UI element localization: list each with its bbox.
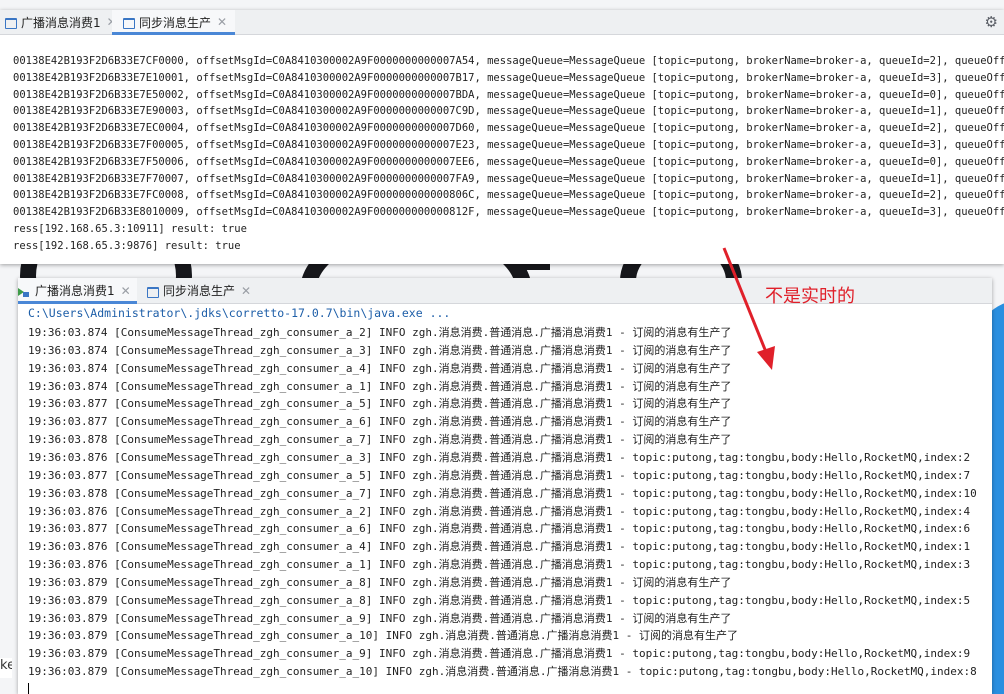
consumer-console-window: 广播消息消费1 ✕ 同步消息生产 ✕ C:\Users\Administrato… bbox=[18, 278, 992, 694]
console-line: 19:36:03.874 [ConsumeMessageThread_zgh_c… bbox=[28, 379, 732, 393]
console-line: 00138E42B193F2D6B33E7CF0000, offsetMsgId… bbox=[13, 55, 1004, 67]
close-icon[interactable]: ✕ bbox=[217, 15, 227, 29]
console-line: 00138E42B193F2D6B33E7F50006, offsetMsgId… bbox=[13, 155, 1004, 168]
console-line: 19:36:03.874 [ConsumeMessageThread_zgh_c… bbox=[28, 343, 732, 357]
tab-label: 广播消息消费1 bbox=[35, 284, 115, 298]
console-line: ress[192.168.65.3:10911] result: true bbox=[13, 223, 247, 235]
tab-sync-producer[interactable]: 同步消息生产 ✕ bbox=[144, 278, 257, 303]
console-line: 19:36:03.877 [ConsumeMessageThread_zgh_c… bbox=[28, 522, 971, 536]
tab-broadcast-consumer[interactable]: 广播消息消费1 ✕ bbox=[0, 10, 123, 34]
console-line: 19:36:03.876 [ConsumeMessageThread_zgh_c… bbox=[28, 504, 971, 518]
console-line: 19:36:03.879 [ConsumeMessageThread_zgh_c… bbox=[28, 647, 971, 661]
background-text-fragment: ke bbox=[0, 658, 12, 678]
close-icon[interactable]: ✕ bbox=[121, 284, 131, 298]
console-line: ress[192.168.65.3:9876] result: true bbox=[13, 239, 241, 252]
close-icon[interactable]: ✕ bbox=[241, 284, 251, 298]
console-line: 19:36:03.879 [ConsumeMessageThread_zgh_c… bbox=[28, 611, 732, 625]
console-line: 19:36:03.876 [ConsumeMessageThread_zgh_c… bbox=[28, 540, 971, 554]
console-line: 00138E42B193F2D6B33E7FC0008, offsetMsgId… bbox=[13, 189, 1004, 202]
tab-broadcast-consumer[interactable]: 广播消息消费1 ✕ bbox=[18, 278, 137, 304]
console-line: 19:36:03.879 [ConsumeMessageThread_zgh_c… bbox=[28, 575, 732, 589]
console-line: 00138E42B193F2D6B33E7E90003, offsetMsgId… bbox=[13, 105, 1004, 118]
tab-sync-producer[interactable]: 同步消息生产 ✕ bbox=[112, 10, 236, 35]
console-line: 00138E42B193F2D6B33E7F00005, offsetMsgId… bbox=[13, 139, 1004, 151]
run-console-icon bbox=[122, 16, 135, 29]
tool-window-tabbar: 广播消息消费1 ✕ 同步消息生产 ✕ ⚙ bbox=[0, 10, 1004, 35]
console-line: 00138E42B193F2D6B33E7EC0004, offsetMsgId… bbox=[13, 122, 1004, 135]
console-line: 19:36:03.877 [ConsumeMessageThread_zgh_c… bbox=[28, 468, 971, 482]
console-line: 19:36:03.878 [ConsumeMessageThread_zgh_c… bbox=[28, 433, 732, 447]
console-line: 19:36:03.878 [ConsumeMessageThread_zgh_c… bbox=[28, 486, 977, 500]
console-line: 19:36:03.879 [ConsumeMessageThread_zgh_c… bbox=[28, 593, 971, 607]
annotation-label: 不是实时的 bbox=[765, 286, 855, 307]
console-line: 19:36:03.876 [ConsumeMessageThread_zgh_c… bbox=[28, 558, 971, 572]
console-line: 00138E42B193F2D6B33E7F70007, offsetMsgId… bbox=[13, 172, 1004, 185]
console-line: 19:36:03.879 [ConsumeMessageThread_zgh_c… bbox=[28, 629, 738, 643]
console-line: 00138E42B193F2D6B33E7E10001, offsetMsgId… bbox=[13, 71, 1004, 84]
run-console-icon bbox=[4, 16, 17, 29]
console-line: 00138E42B193F2D6B33E7E50002, offsetMsgId… bbox=[13, 88, 1004, 101]
tab-label: 同步消息生产 bbox=[163, 284, 236, 298]
console-line: 19:36:03.877 [ConsumeMessageThread_zgh_c… bbox=[28, 397, 732, 411]
console-line: 19:36:03.877 [ConsumeMessageThread_zgh_c… bbox=[28, 415, 732, 429]
tab-label: 广播消息消费1 bbox=[21, 15, 101, 30]
console-line: 19:36:03.874 [ConsumeMessageThread_zgh_c… bbox=[28, 326, 732, 339]
console-line: 19:36:03.874 [ConsumeMessageThread_zgh_c… bbox=[28, 361, 732, 375]
command-line: C:\Users\Administrator\.jdks\corretto-17… bbox=[28, 306, 451, 320]
console-output[interactable]: 00138E42B193F2D6B33E7CF0000, offsetMsgId… bbox=[0, 35, 1004, 264]
console-line: 19:36:03.876 [ConsumeMessageThread_zgh_c… bbox=[28, 450, 971, 464]
gear-icon[interactable]: ⚙ bbox=[985, 13, 998, 31]
tab-label: 同步消息生产 bbox=[139, 15, 212, 30]
console-output[interactable]: C:\Users\Administrator\.jdks\corretto-17… bbox=[18, 304, 992, 694]
console-line: 00138E42B193F2D6B33E8010009, offsetMsgId… bbox=[13, 206, 1004, 219]
producer-console-window: 广播消息消费1 ✕ 同步消息生产 ✕ ⚙ 00138E42B193F2D6B33… bbox=[0, 10, 1004, 264]
run-console-icon bbox=[146, 285, 159, 298]
run-console-icon bbox=[18, 285, 30, 297]
text-caret bbox=[28, 683, 29, 694]
console-line: 19:36:03.879 [ConsumeMessageThread_zgh_c… bbox=[28, 665, 977, 679]
